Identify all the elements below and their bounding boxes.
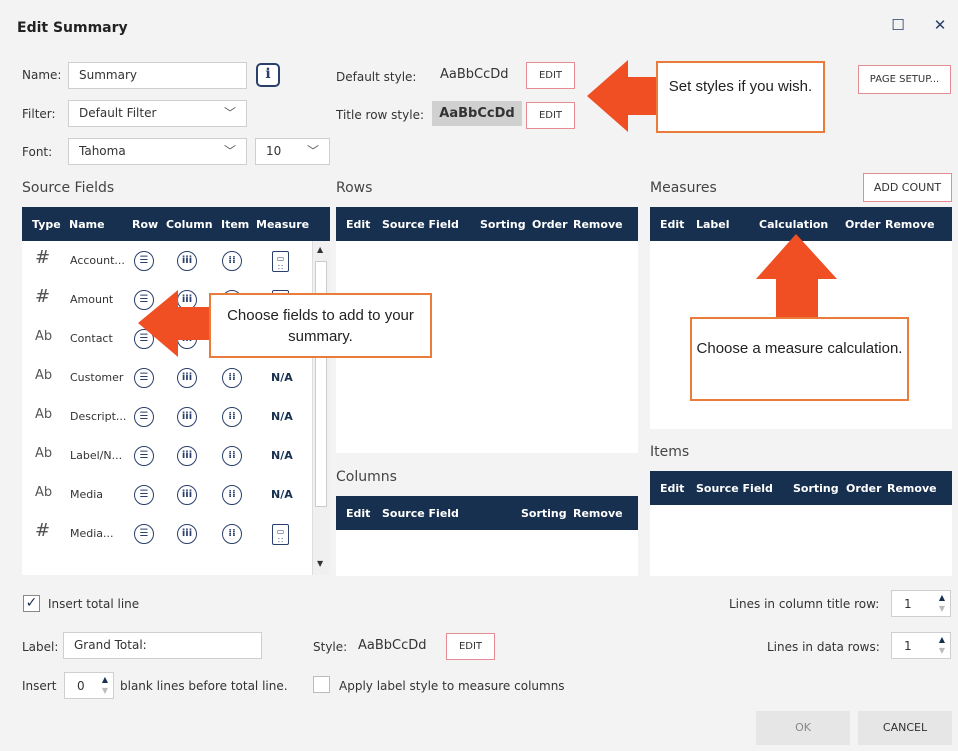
callout-fields: Choose fields to add to your summary. [209,293,432,358]
callout-styles: Set styles if you wish. [656,61,825,133]
arrow-up-measure [756,234,837,320]
callout-measure: Choose a measure calculation. [690,317,909,401]
